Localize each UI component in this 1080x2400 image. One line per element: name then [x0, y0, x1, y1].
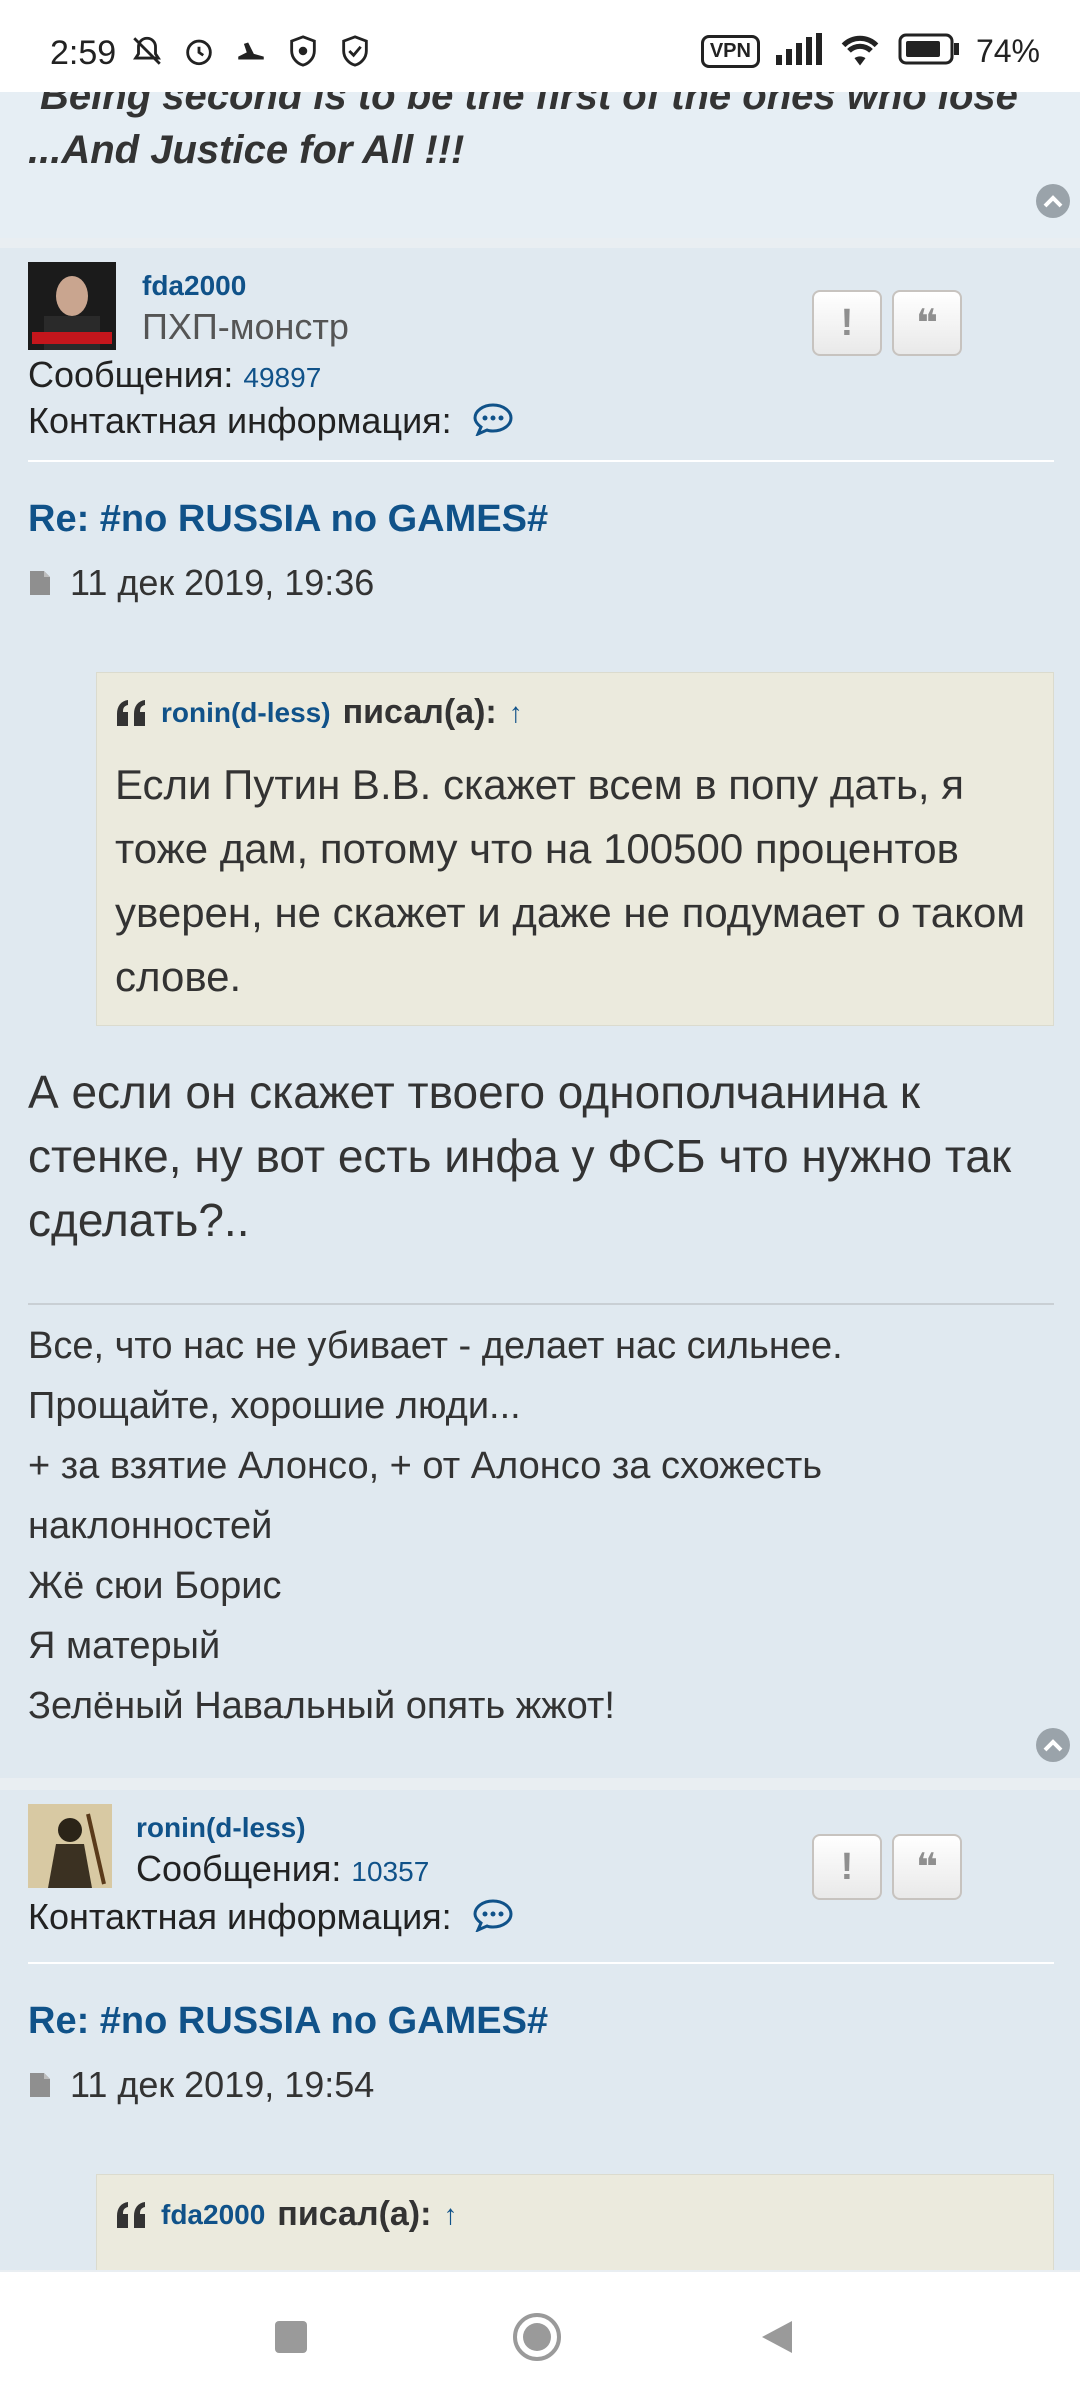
- status-time: 2:59: [50, 34, 117, 72]
- status-right: VPN 74%: [700, 32, 1040, 71]
- messages-label: Сообщения:: [28, 354, 234, 395]
- chevron-up-icon: [1043, 195, 1063, 208]
- signature-line: ...And Justice for All !!!: [28, 128, 465, 172]
- notification-icons: [128, 32, 374, 70]
- signature-line: + за взятие Алонсо, + от Алонсо за схоже…: [28, 1445, 823, 1547]
- contact-label: Контактная информация:: [28, 1896, 452, 1937]
- back-button[interactable]: [752, 2312, 802, 2362]
- chevron-up-icon: [1043, 1739, 1063, 1752]
- post-author-link[interactable]: fda2000: [142, 270, 246, 302]
- contact-label: Контактная информация:: [28, 400, 452, 441]
- quote-author-link[interactable]: ronin(d-less): [161, 697, 331, 729]
- messages-number-link[interactable]: 49897: [243, 362, 321, 393]
- mute-bell-icon: [128, 32, 166, 70]
- signature-line: Все, что нас не убивает - делает нас сил…: [28, 1325, 843, 1367]
- quote-header: fda2000 писал(а): ↑: [115, 2195, 457, 2234]
- messages-count: Сообщения: 49897: [28, 354, 321, 396]
- quote-header: ronin(d-less) писал(а): ↑: [115, 693, 523, 732]
- forum-post: ronin(d-less) Сообщения: 10357 ! ❝ Конта…: [0, 1790, 1080, 2270]
- quote-block: fda2000 писал(а): ↑: [96, 2174, 1054, 2270]
- avatar[interactable]: [28, 262, 116, 350]
- quote-text: Если Путин В.В. скажет всем в попу дать,…: [115, 761, 1026, 1000]
- post-file-icon[interactable]: [28, 2071, 52, 2099]
- post-date: 11 дек 2019, 19:36: [28, 562, 374, 604]
- back-to-top-button[interactable]: [1036, 184, 1070, 218]
- signature-line: Прощайте, хорошие люди...: [28, 1385, 521, 1427]
- post-title-link[interactable]: Re: #no RUSSIA no GAMES#: [28, 2000, 548, 2043]
- alarm-icon: [180, 32, 218, 70]
- avatar[interactable]: [28, 1804, 112, 1888]
- quote-button[interactable]: ❝: [892, 290, 962, 356]
- post-title-link[interactable]: Re: #no RUSSIA no GAMES#: [28, 498, 548, 541]
- wifi-icon: [838, 32, 882, 71]
- post-content: А если он скажет твоего однополчанина к …: [28, 1066, 1012, 1246]
- forum-post: fda2000 ПХП-монстр ! ❝ Сообщения: 49897 …: [0, 248, 1080, 1778]
- status-bar: 2:59 VPN 74%: [0, 0, 1080, 92]
- post-date: 11 дек 2019, 19:54: [28, 2064, 374, 2106]
- messages-count: Сообщения: 10357: [136, 1848, 429, 1890]
- post-author-link[interactable]: ronin(d-less): [136, 1812, 306, 1844]
- quote-wrote-label: писал(а):: [277, 2195, 432, 2233]
- vpn-badge: VPN: [700, 35, 760, 68]
- shield-settings-icon: [284, 32, 322, 70]
- square-icon: [275, 2321, 307, 2353]
- circle-icon: [513, 2313, 561, 2361]
- quote-source-arrow[interactable]: ↑: [443, 2199, 457, 2231]
- signature-line: Я матерый: [28, 1625, 221, 1667]
- quote-block: ronin(d-less) писал(а): ↑ Если Путин В.В…: [96, 672, 1054, 1026]
- signal-icon: [775, 33, 822, 70]
- previous-post-signature: Being second is to be the first of the o…: [0, 92, 1080, 238]
- post-date-text: 11 дек 2019, 19:36: [70, 562, 375, 603]
- quote-mark-icon: [117, 2201, 145, 2228]
- divider: [28, 460, 1054, 462]
- quote-author-link[interactable]: fda2000: [161, 2199, 265, 2231]
- user-rank: ПХП-монстр: [142, 306, 349, 347]
- battery-percent: 74%: [975, 33, 1040, 69]
- messages-label: Сообщения:: [136, 1848, 342, 1889]
- quote-mark-icon: [117, 699, 145, 726]
- system-nav-bar: [0, 2272, 1080, 2400]
- quote-wrote-label: писал(а):: [342, 693, 497, 731]
- shoe-icon: [232, 32, 270, 70]
- report-button[interactable]: !: [812, 1834, 882, 1900]
- home-button[interactable]: [512, 2312, 562, 2362]
- signature-divider: [28, 1303, 1054, 1305]
- divider: [28, 1962, 1054, 1964]
- chat-bubble-icon[interactable]: [472, 402, 514, 445]
- post-date-text: 11 дек 2019, 19:54: [70, 2064, 375, 2105]
- post-file-icon[interactable]: [28, 569, 52, 597]
- quote-source-arrow[interactable]: ↑: [509, 697, 523, 729]
- signature-line: Being second is to be the first of the o…: [40, 92, 1018, 118]
- contact-info: Контактная информация:: [28, 1896, 514, 1941]
- battery-icon: [898, 33, 960, 70]
- recents-button[interactable]: [266, 2312, 316, 2362]
- signature: Все, что нас не убивает - делает нас сил…: [28, 1316, 1052, 1736]
- back-to-top-button[interactable]: [1036, 1728, 1070, 1762]
- quote-button[interactable]: ❝: [892, 1834, 962, 1900]
- contact-info: Контактная информация:: [28, 400, 514, 445]
- signature-line: Жё сюи Борис: [28, 1565, 282, 1607]
- messages-number-link[interactable]: 10357: [351, 1856, 429, 1887]
- back-triangle-icon: [762, 2321, 792, 2353]
- shield-check-icon: [336, 32, 374, 70]
- signature-line: Зелёный Навальный опять жжот!: [28, 1685, 615, 1727]
- report-button[interactable]: !: [812, 290, 882, 356]
- chat-bubble-icon[interactable]: [472, 1898, 514, 1941]
